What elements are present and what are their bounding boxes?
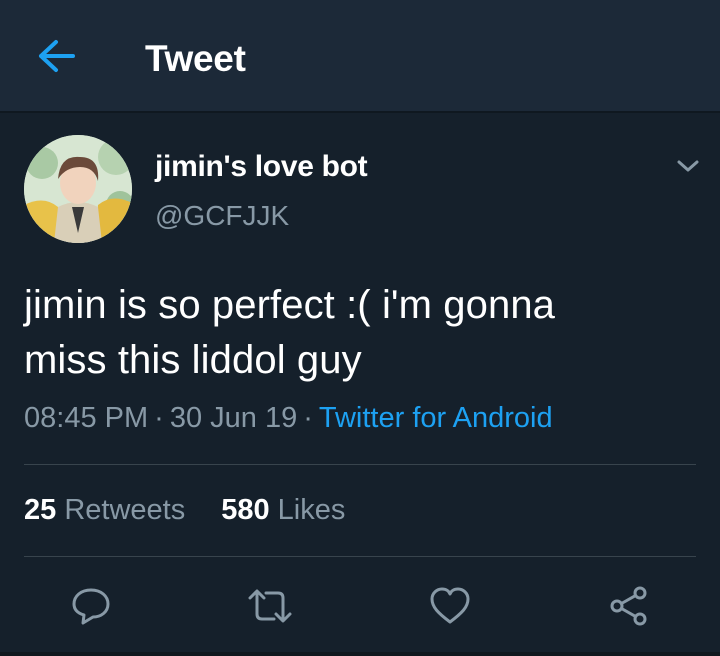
retweets-label: Retweets	[64, 494, 186, 526]
likes-label: Likes	[277, 494, 346, 526]
likes-stat[interactable]: 580 Likes	[221, 494, 345, 526]
profile-photo	[24, 135, 132, 243]
divider	[24, 556, 696, 557]
retweet-button[interactable]	[242, 578, 298, 634]
author-handle[interactable]: @GCFJJK	[155, 200, 289, 232]
share-button[interactable]	[601, 578, 657, 634]
arrow-left-icon	[39, 40, 75, 72]
tweet-options-button[interactable]	[668, 148, 708, 184]
share-icon	[610, 586, 647, 626]
back-button[interactable]	[28, 30, 84, 82]
tweet-source-link[interactable]: Twitter for Android	[319, 402, 553, 434]
page-title: Tweet	[145, 38, 246, 79]
tweet-detail-screen: Tweet jimin's love bot @GCFJJK jimin is …	[0, 0, 720, 656]
author-display-name[interactable]: jimin's love bot	[155, 150, 368, 184]
avatar[interactable]	[24, 135, 132, 243]
tweet-stats: 25 Retweets 580 Likes	[24, 494, 345, 527]
chevron-down-icon	[677, 160, 699, 172]
like-button[interactable]	[422, 578, 478, 634]
tweet-text: jimin is so perfect :( i'm gonna miss th…	[24, 278, 684, 388]
tweet-text-line: miss this liddol guy	[24, 338, 362, 382]
tweet-actions-bar	[0, 570, 720, 640]
tweet-text-line: jimin is so perfect :( i'm gonna	[24, 283, 556, 327]
tweet-date: 30 Jun 19	[169, 402, 298, 434]
divider	[24, 464, 696, 465]
reply-icon	[72, 588, 110, 625]
retweets-count: 25	[24, 494, 57, 526]
meta-separator: ·	[154, 402, 164, 434]
reply-button[interactable]	[63, 578, 119, 634]
tweet-time: 08:45 PM	[24, 402, 149, 434]
top-app-bar: Tweet	[0, 0, 720, 113]
like-icon	[430, 587, 470, 624]
retweet-icon	[248, 589, 292, 623]
bottom-edge	[0, 652, 720, 656]
tweet-meta: 08:45 PM · 30 Jun 19 · Twitter for Android	[24, 402, 553, 435]
meta-separator: ·	[303, 402, 313, 434]
retweets-stat[interactable]: 25 Retweets	[24, 494, 185, 526]
likes-count: 580	[221, 494, 270, 526]
